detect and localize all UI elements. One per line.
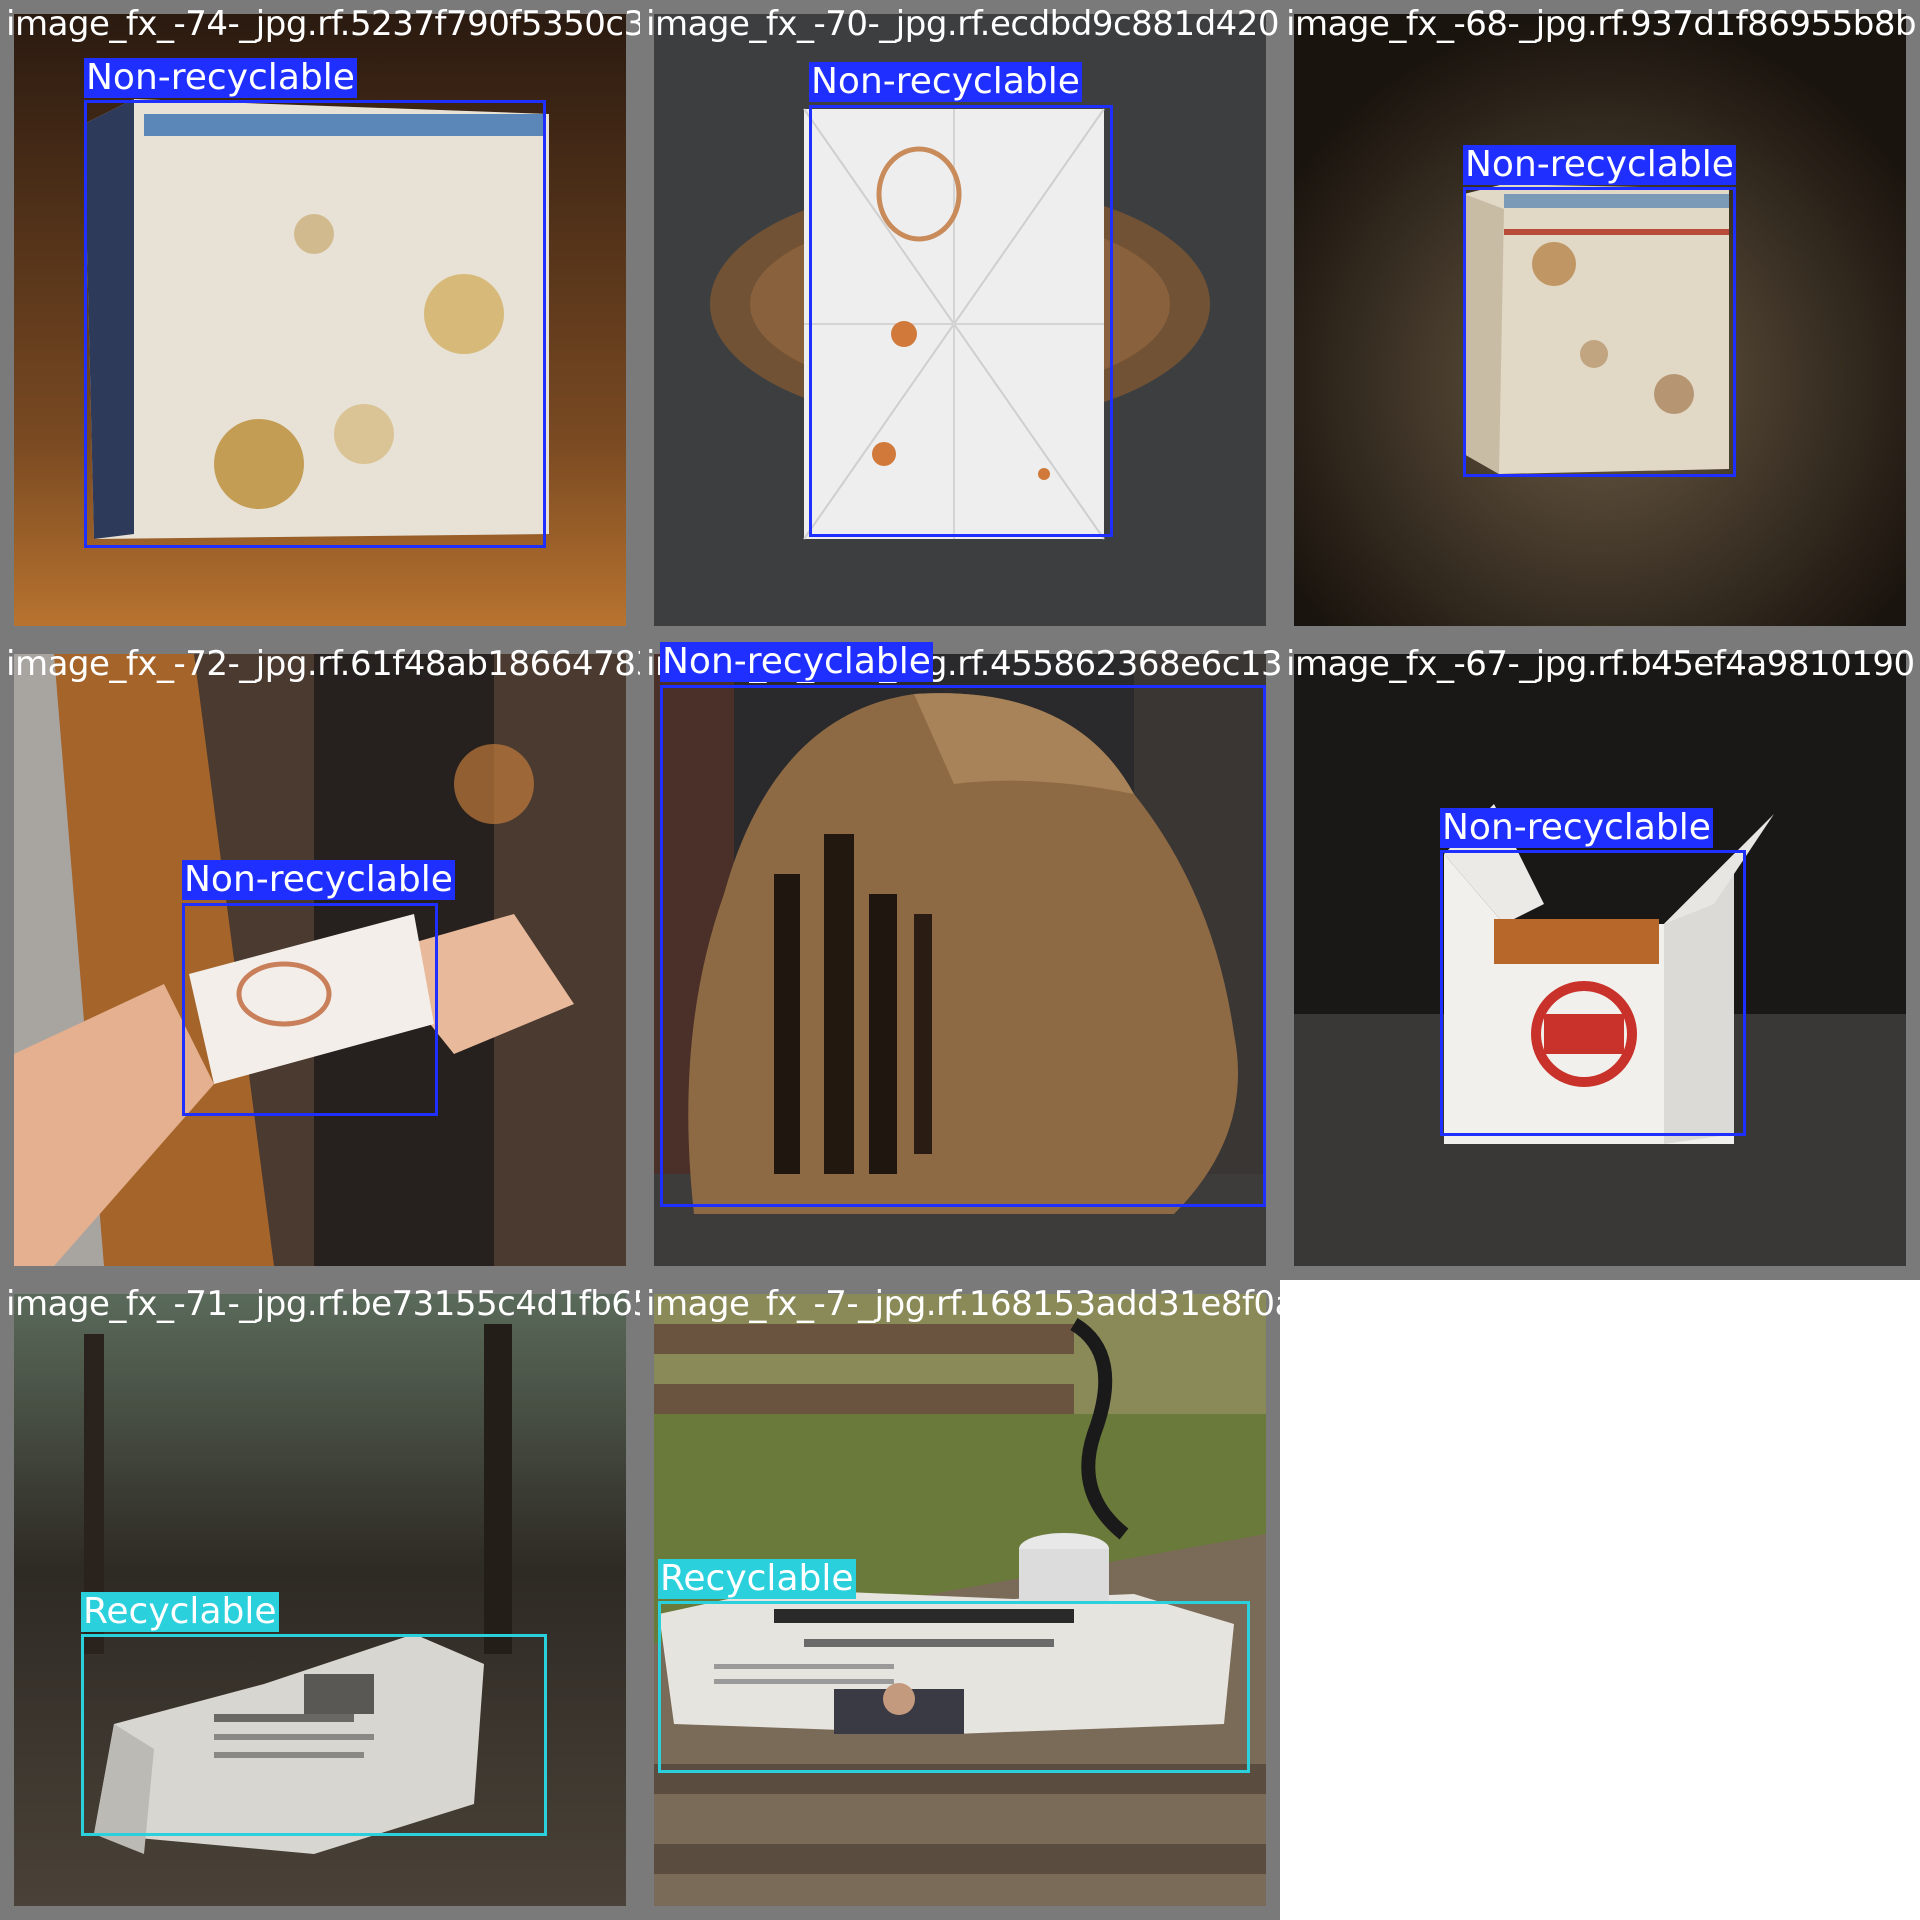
image-filename: image_fx_-71-_jpg.rf.be73155c4d1fb651556… xyxy=(6,1284,640,1324)
image-newspaper-bench xyxy=(654,1294,1266,1906)
detection-box-non-recyclable xyxy=(1440,850,1746,1136)
detection-label: Non-recyclable xyxy=(1463,144,1736,185)
detection-box-recyclable xyxy=(658,1601,1250,1773)
detection-box-recyclable xyxy=(81,1634,547,1836)
image-filename: image_fx_-70-_jpg.rf.ecdbd9c881d420432ed xyxy=(646,4,1280,44)
detection-label: Non-recyclable xyxy=(84,57,357,98)
detection-label: Non-recyclable xyxy=(182,859,455,900)
detection-label: Recyclable xyxy=(658,1558,856,1599)
grid-cell-8[interactable]: image_fx_-7-_jpg.rf.168153add31e8f0a3a23… xyxy=(640,1280,1280,1920)
grid-cell-3[interactable]: image_fx_-68-_jpg.rf.937d1f86955b8b Non-… xyxy=(1280,0,1920,640)
grid-cell-7[interactable]: image_fx_-71-_jpg.rf.be73155c4d1fb651556… xyxy=(0,1280,640,1920)
grid-cell-1[interactable]: image_fx_-74-_jpg.rf.5237f790f5350c31570… xyxy=(0,0,640,640)
grid-cell-4[interactable]: image_fx_-72-_jpg.rf.61f48ab186647832 No… xyxy=(0,640,640,1280)
image-filename: image_fx_-74-_jpg.rf.5237f790f5350c31570 xyxy=(6,4,640,44)
grid-cell-5[interactable]: image_fx_-69-_jpg.rf.455862368e6c13d4b68… xyxy=(640,640,1280,1280)
detection-label: Recyclable xyxy=(81,1591,279,1632)
detection-label: Non-recyclable xyxy=(809,61,1082,102)
image-filename: image_fx_-72-_jpg.rf.61f48ab186647832 xyxy=(6,644,640,684)
grid-cell-6[interactable]: image_fx_-67-_jpg.rf.b45ef4a9810190 Non-… xyxy=(1280,640,1920,1280)
detection-label: Non-recyclable xyxy=(1440,807,1713,848)
grid-cell-2[interactable]: image_fx_-70-_jpg.rf.ecdbd9c881d420432ed… xyxy=(640,0,1280,640)
detection-box-non-recyclable xyxy=(809,105,1113,537)
image-filename: image_fx_-68-_jpg.rf.937d1f86955b8b xyxy=(1286,4,1917,44)
detection-label: Non-recyclable xyxy=(660,641,933,682)
detection-box-non-recyclable xyxy=(1463,187,1736,477)
detection-box-non-recyclable xyxy=(84,100,546,548)
detection-box-non-recyclable xyxy=(182,903,438,1116)
detection-box-non-recyclable xyxy=(660,685,1266,1207)
image-filename: image_fx_-67-_jpg.rf.b45ef4a9810190 xyxy=(1286,644,1915,684)
image-filename: image_fx_-7-_jpg.rf.168153add31e8f0a3a23 xyxy=(646,1284,1280,1324)
